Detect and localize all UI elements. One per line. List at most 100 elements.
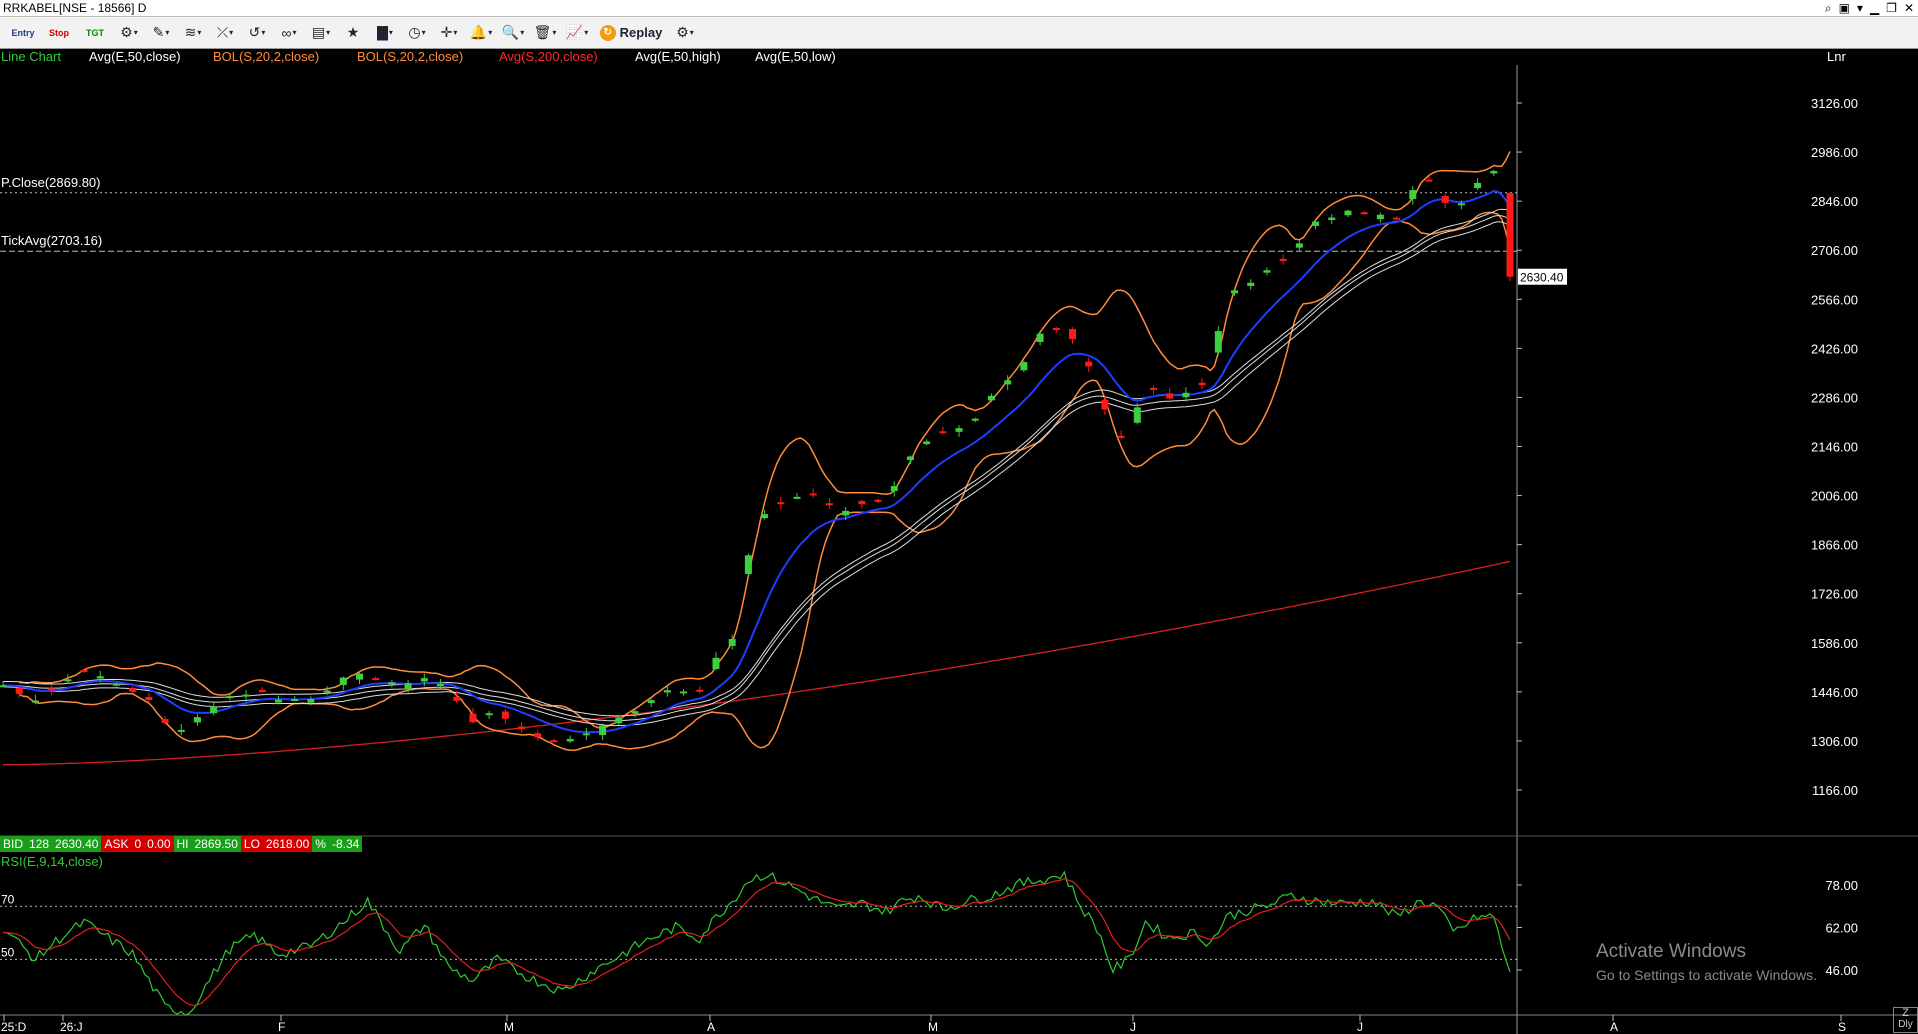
fib-button[interactable]: ↺ ▾ [244, 21, 270, 45]
tgt-button[interactable]: TGT [80, 21, 110, 45]
search-icon[interactable]: ⌕ [1825, 0, 1832, 16]
candle [1166, 393, 1174, 399]
candle [1328, 217, 1336, 221]
alert-icon: 🔔 [469, 24, 488, 40]
time-label: J [1130, 1020, 1136, 1034]
template-button[interactable]: ▤ ▾ [308, 21, 334, 45]
quote-cell: ASK [101, 836, 132, 852]
activate-windows-watermark: Activate Windows Go to Settings to activ… [1596, 941, 1817, 983]
quote-cell: BID [0, 836, 27, 852]
clock-button[interactable]: ◷ ▾ [404, 21, 430, 45]
candle [307, 699, 315, 703]
candle [582, 733, 590, 736]
candle [1376, 214, 1384, 220]
legend-item[interactable]: Avg(E,50,high) [635, 49, 721, 65]
crosshair-button[interactable]: ✛ ▾ [436, 21, 462, 45]
restore-icon[interactable]: ❐ [1886, 0, 1897, 16]
candle [1393, 217, 1401, 220]
favourite-button[interactable]: ★ [340, 21, 366, 45]
candle [615, 717, 623, 724]
chevron-down-icon: ▾ [133, 28, 138, 37]
close-icon[interactable]: ✕ [1904, 0, 1914, 16]
candle [80, 669, 88, 672]
price-tick-label: 2286.00 [1811, 390, 1858, 405]
candle [1360, 212, 1368, 215]
candle [744, 555, 752, 574]
entry-button[interactable]: Entry [8, 21, 38, 45]
tgt-label: TGT [86, 27, 104, 38]
quote-cell: 0 [131, 836, 145, 852]
bar-type-button[interactable]: ▇ ▾ [372, 21, 398, 45]
legend-item[interactable]: Avg(E,50,low) [755, 49, 836, 65]
price-tick-label: 1166.00 [1812, 783, 1858, 798]
compare-button[interactable]: 📈 ▾ [564, 21, 590, 45]
candle [890, 486, 898, 491]
scale-mode-label[interactable]: Lnr [1827, 49, 1846, 64]
settings-button[interactable]: ⚙ ▾ [672, 21, 698, 45]
minimize-icon[interactable]: ▁ [1870, 0, 1879, 16]
candle [291, 699, 299, 702]
legend-item[interactable]: Avg(E,50,close) [89, 49, 181, 65]
legend-item[interactable]: Avg(S,200,close) [499, 49, 598, 65]
time-label: A [1610, 1020, 1618, 1034]
chevron-down-icon: ▾ [453, 28, 458, 37]
chevron-down-icon: ▾ [584, 28, 589, 37]
chevron-down-icon: ▾ [689, 28, 694, 37]
candle [987, 395, 995, 401]
chevron-down-icon[interactable]: ▾ [1857, 0, 1863, 16]
candle [129, 687, 137, 692]
stop-button[interactable]: Stop [44, 21, 74, 45]
time-label: M [928, 1020, 938, 1034]
ema50-low-line [2, 221, 1511, 727]
price-tick-label: 1306.00 [1811, 734, 1858, 749]
candle [858, 500, 866, 505]
price-chart[interactable]: 3126.00 2986.00 2846.00 2706.00 2566.00 2426.… [0, 65, 1918, 1034]
candle [712, 657, 720, 670]
quote-cell: LO [240, 836, 263, 852]
candle [1441, 195, 1449, 203]
quote-cell: 2630.40 [52, 836, 102, 852]
candle [1214, 331, 1222, 353]
study-button[interactable]: ≋ ▾ [180, 21, 206, 45]
quote-cell: 2618.00 [262, 836, 313, 852]
candle [1101, 399, 1109, 410]
delete-button[interactable]: 🗑 ▾ [532, 21, 558, 45]
watermark-title: Activate Windows [1596, 941, 1746, 962]
chevron-down-icon: ▾ [197, 28, 202, 37]
fib-icon: ↺ [248, 24, 261, 40]
rsi-level-label: 50 [1, 945, 15, 959]
entry-label: Entry [11, 27, 35, 38]
candle [696, 689, 704, 692]
legend-item[interactable]: BOL(S,20,2,close) [213, 49, 319, 65]
chevron-down-icon: ▾ [488, 28, 493, 37]
gear-icon: ⚙ [676, 24, 689, 40]
candle [777, 502, 785, 505]
candle [242, 694, 250, 697]
time-label: 25:D [1, 1020, 27, 1034]
link-button[interactable]: ∞ ▾ [276, 21, 302, 45]
study-icon: ≋ [184, 24, 197, 40]
candle [1295, 243, 1303, 248]
legend-item[interactable]: BOL(S,20,2,close) [357, 49, 463, 65]
period-button[interactable]: Z Dly [1893, 1007, 1918, 1033]
candle [874, 499, 882, 502]
alert-button[interactable]: 🔔 ▾ [468, 21, 494, 45]
window-titlebar: RRKABEL[NSE - 18566] D ⌕ ▣ ▾ ▁ ❐ ✕ [0, 0, 1918, 17]
legend-item[interactable]: Line Chart [1, 49, 61, 65]
line-tool-button[interactable]: ⤫ ▾ [212, 21, 238, 45]
candle [274, 699, 282, 703]
chevron-down-icon: ▾ [326, 28, 331, 37]
draw-tool-button[interactable]: ✎ ▾ [148, 21, 174, 45]
tickavg-label: TickAvg(2703.16) [1, 233, 102, 248]
price-tick-label: 2846.00 [1811, 194, 1858, 209]
window-controls: ⌕ ▣ ▾ ▁ ❐ ✕ [1825, 0, 1914, 16]
calc-icon[interactable]: ▣ [1839, 0, 1850, 16]
candle [1490, 170, 1498, 174]
zoom-button[interactable]: 🔍 ▾ [500, 21, 526, 45]
replay-button[interactable]: ↻ Replay [596, 21, 666, 45]
candle [971, 418, 979, 421]
indicator-legend: Line Chart Avg(E,50,close) BOL(S,20,2,clos… [0, 49, 1918, 65]
price-tick-label: 2426.00 [1811, 341, 1858, 356]
rsi-level-label: 70 [1, 892, 15, 906]
chart-type-button[interactable]: ⚙ ▾ [116, 21, 142, 45]
